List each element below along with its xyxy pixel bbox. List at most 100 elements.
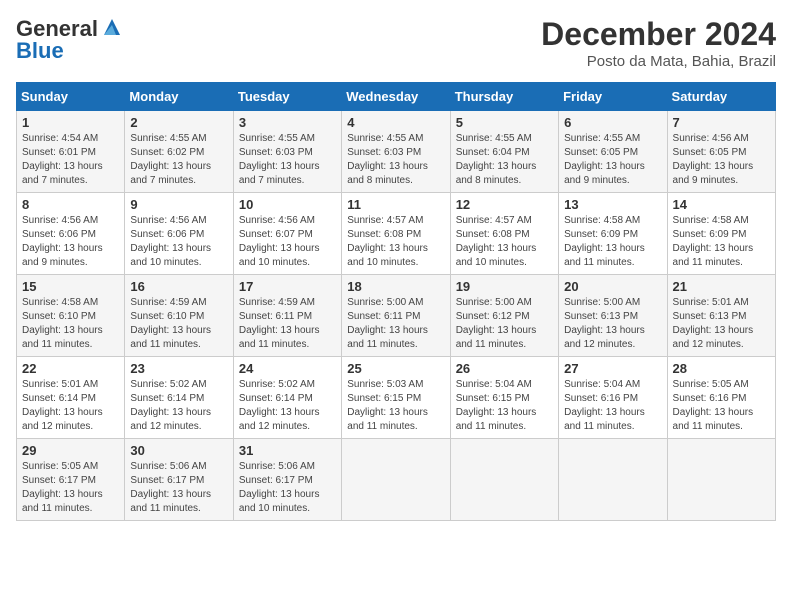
day-info: Sunrise: 5:00 AMSunset: 6:11 PMDaylight:… — [347, 296, 444, 352]
table-row: 19 Sunrise: 5:00 AMSunset: 6:12 PMDayligh… — [450, 275, 558, 357]
calendar-table: Sunday Monday Tuesday Wednesday Thursday… — [16, 82, 776, 521]
day-info: Sunrise: 4:57 AMSunset: 6:08 PMDaylight:… — [347, 214, 444, 270]
calendar-week-row: 15Sunrise: 4:58 AMSunset: 6:10 PMDayligh… — [17, 275, 776, 357]
table-row: 23 Sunrise: 5:02 AMSunset: 6:14 PMDayligh… — [125, 357, 233, 439]
day-number: 31 — [239, 443, 336, 458]
table-row: 9 Sunrise: 4:56 AMSunset: 6:06 PMDaylight… — [125, 193, 233, 275]
table-row: 10 Sunrise: 4:56 AMSunset: 6:07 PMDayligh… — [233, 193, 341, 275]
table-row: 22 Sunrise: 5:01 AMSunset: 6:14 PMDayligh… — [17, 357, 125, 439]
table-row — [667, 439, 775, 521]
day-number: 10 — [239, 197, 336, 212]
day-info: Sunrise: 5:06 AMSunset: 6:17 PMDaylight:… — [130, 460, 227, 516]
calendar-header-row: Sunday Monday Tuesday Wednesday Thursday… — [17, 83, 776, 111]
day-number: 7 — [673, 115, 770, 130]
day-number: 4 — [347, 115, 444, 130]
header-monday: Monday — [125, 83, 233, 111]
day-number: 9 — [130, 197, 227, 212]
day-info: Sunrise: 5:05 AMSunset: 6:17 PMDaylight:… — [22, 460, 119, 516]
day-info: Sunrise: 4:54 AMSunset: 6:01 PMDaylight:… — [22, 132, 119, 188]
day-info: Sunrise: 4:58 AMSunset: 6:09 PMDaylight:… — [564, 214, 661, 270]
calendar-week-row: 1 Sunrise: 4:54 AMSunset: 6:01 PMDaylight… — [17, 111, 776, 193]
page-header: General Blue December 2024 Posto da Mata… — [16, 16, 776, 70]
day-number: 27 — [564, 361, 661, 376]
day-info: Sunrise: 5:01 AMSunset: 6:14 PMDaylight:… — [22, 378, 119, 434]
table-row: 24Sunrise: 5:02 AMSunset: 6:14 PMDayligh… — [233, 357, 341, 439]
day-info: Sunrise: 5:06 AMSunset: 6:17 PMDaylight:… — [239, 460, 336, 516]
table-row: 13Sunrise: 4:58 AMSunset: 6:09 PMDayligh… — [559, 193, 667, 275]
day-number: 8 — [22, 197, 119, 212]
day-info: Sunrise: 5:05 AMSunset: 6:16 PMDaylight:… — [673, 378, 770, 434]
table-row: 3 Sunrise: 4:55 AMSunset: 6:03 PMDaylight… — [233, 111, 341, 193]
table-row: 7 Sunrise: 4:56 AMSunset: 6:05 PMDaylight… — [667, 111, 775, 193]
day-info: Sunrise: 4:55 AMSunset: 6:02 PMDaylight:… — [130, 132, 227, 188]
day-number: 23 — [130, 361, 227, 376]
day-number: 18 — [347, 279, 444, 294]
day-number: 24 — [239, 361, 336, 376]
calendar-subtitle: Posto da Mata, Bahia, Brazil — [541, 53, 776, 70]
day-number: 5 — [456, 115, 553, 130]
day-number: 3 — [239, 115, 336, 130]
day-info: Sunrise: 4:58 AMSunset: 6:09 PMDaylight:… — [673, 214, 770, 270]
day-number: 29 — [22, 443, 119, 458]
day-info: Sunrise: 4:56 AMSunset: 6:07 PMDaylight:… — [239, 214, 336, 270]
table-row: 6 Sunrise: 4:55 AMSunset: 6:05 PMDaylight… — [559, 111, 667, 193]
day-number: 2 — [130, 115, 227, 130]
table-row: 15Sunrise: 4:58 AMSunset: 6:10 PMDayligh… — [17, 275, 125, 357]
day-info: Sunrise: 4:59 AMSunset: 6:11 PMDaylight:… — [239, 296, 336, 352]
day-number: 1 — [22, 115, 119, 130]
title-section: December 2024 Posto da Mata, Bahia, Braz… — [541, 16, 776, 70]
calendar-week-row: 29 Sunrise: 5:05 AMSunset: 6:17 PMDayligh… — [17, 439, 776, 521]
calendar-week-row: 22 Sunrise: 5:01 AMSunset: 6:14 PMDayligh… — [17, 357, 776, 439]
table-row: 29 Sunrise: 5:05 AMSunset: 6:17 PMDayligh… — [17, 439, 125, 521]
table-row: 21 Sunrise: 5:01 AMSunset: 6:13 PMDayligh… — [667, 275, 775, 357]
table-row: 8 Sunrise: 4:56 AMSunset: 6:06 PMDaylight… — [17, 193, 125, 275]
table-row: 12 Sunrise: 4:57 AMSunset: 6:08 PMDayligh… — [450, 193, 558, 275]
day-info: Sunrise: 4:55 AMSunset: 6:05 PMDaylight:… — [564, 132, 661, 188]
table-row: 25Sunrise: 5:03 AMSunset: 6:15 PMDayligh… — [342, 357, 450, 439]
day-info: Sunrise: 5:00 AMSunset: 6:12 PMDaylight:… — [456, 296, 553, 352]
table-row: 20Sunrise: 5:00 AMSunset: 6:13 PMDayligh… — [559, 275, 667, 357]
table-row: 4 Sunrise: 4:55 AMSunset: 6:03 PMDaylight… — [342, 111, 450, 193]
day-info: Sunrise: 5:02 AMSunset: 6:14 PMDaylight:… — [130, 378, 227, 434]
header-thursday: Thursday — [450, 83, 558, 111]
table-row — [559, 439, 667, 521]
header-saturday: Saturday — [667, 83, 775, 111]
table-row: 2 Sunrise: 4:55 AMSunset: 6:02 PMDaylight… — [125, 111, 233, 193]
day-number: 30 — [130, 443, 227, 458]
header-friday: Friday — [559, 83, 667, 111]
day-info: Sunrise: 4:56 AMSunset: 6:05 PMDaylight:… — [673, 132, 770, 188]
day-number: 12 — [456, 197, 553, 212]
table-row: 1 Sunrise: 4:54 AMSunset: 6:01 PMDaylight… — [17, 111, 125, 193]
table-row — [450, 439, 558, 521]
day-info: Sunrise: 5:01 AMSunset: 6:13 PMDaylight:… — [673, 296, 770, 352]
day-number: 14 — [673, 197, 770, 212]
header-sunday: Sunday — [17, 83, 125, 111]
table-row: 17 Sunrise: 4:59 AMSunset: 6:11 PMDayligh… — [233, 275, 341, 357]
table-row: 28Sunrise: 5:05 AMSunset: 6:16 PMDayligh… — [667, 357, 775, 439]
day-info: Sunrise: 5:04 AMSunset: 6:16 PMDaylight:… — [564, 378, 661, 434]
day-number: 17 — [239, 279, 336, 294]
day-number: 16 — [130, 279, 227, 294]
logo: General Blue — [16, 16, 124, 64]
calendar-week-row: 8 Sunrise: 4:56 AMSunset: 6:06 PMDaylight… — [17, 193, 776, 275]
day-info: Sunrise: 4:57 AMSunset: 6:08 PMDaylight:… — [456, 214, 553, 270]
table-row: 30 Sunrise: 5:06 AMSunset: 6:17 PMDayligh… — [125, 439, 233, 521]
calendar-title: December 2024 — [541, 16, 776, 53]
day-number: 22 — [22, 361, 119, 376]
day-info: Sunrise: 4:55 AMSunset: 6:03 PMDaylight:… — [347, 132, 444, 188]
day-number: 19 — [456, 279, 553, 294]
table-row: 11Sunrise: 4:57 AMSunset: 6:08 PMDayligh… — [342, 193, 450, 275]
day-number: 26 — [456, 361, 553, 376]
table-row: 14 Sunrise: 4:58 AMSunset: 6:09 PMDayligh… — [667, 193, 775, 275]
table-row: 18 Sunrise: 5:00 AMSunset: 6:11 PMDayligh… — [342, 275, 450, 357]
day-info: Sunrise: 4:59 AMSunset: 6:10 PMDaylight:… — [130, 296, 227, 352]
day-number: 6 — [564, 115, 661, 130]
header-wednesday: Wednesday — [342, 83, 450, 111]
day-info: Sunrise: 5:03 AMSunset: 6:15 PMDaylight:… — [347, 378, 444, 434]
day-number: 20 — [564, 279, 661, 294]
day-info: Sunrise: 4:55 AMSunset: 6:03 PMDaylight:… — [239, 132, 336, 188]
logo-icon — [100, 15, 124, 39]
day-info: Sunrise: 4:56 AMSunset: 6:06 PMDaylight:… — [22, 214, 119, 270]
day-info: Sunrise: 4:56 AMSunset: 6:06 PMDaylight:… — [130, 214, 227, 270]
day-number: 21 — [673, 279, 770, 294]
